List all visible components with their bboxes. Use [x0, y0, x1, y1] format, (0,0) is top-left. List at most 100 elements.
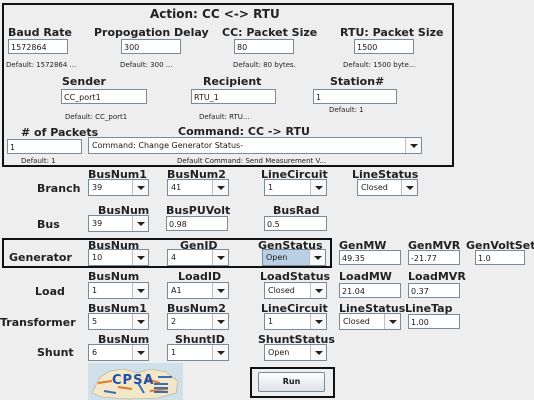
cc-packet-default: Default: 80 bytes.	[233, 61, 296, 69]
shunt-busnum-dropdown[interactable]: 6	[88, 344, 149, 361]
branch-row-label: Branch	[37, 182, 81, 195]
gen-genstatus-value: Open	[266, 253, 288, 262]
xfmr-busnum2-value: 2	[171, 317, 177, 326]
chevron-down-icon	[132, 180, 148, 195]
chevron-down-icon	[384, 314, 400, 329]
packets-label: # of Packets	[21, 126, 99, 139]
branch-busnum2-dropdown[interactable]: 41	[167, 179, 229, 196]
load-loadstatus-dropdown[interactable]: Closed	[264, 282, 327, 299]
xfmr-busnum1-value: 5	[92, 317, 98, 326]
gen-genid-dropdown[interactable]: 4	[167, 249, 229, 266]
chevron-down-icon	[132, 345, 148, 360]
command-dropdown[interactable]: Command: Change Generator Status-	[88, 137, 422, 154]
cpsa-logo: CPSA	[88, 363, 183, 400]
logo-text: CPSA	[112, 373, 155, 388]
load-busnum-dropdown[interactable]: 1	[88, 282, 149, 299]
chevron-down-icon	[310, 283, 326, 298]
rtu-packet-label: RTU: Packet Size	[340, 26, 444, 39]
station-default: Default: 1	[329, 106, 364, 114]
baud-rate-default: Default: 1572864 ...	[6, 61, 77, 69]
prop-delay-label: Propogation Delay	[94, 26, 209, 39]
packets-default: Default: 1	[21, 157, 56, 165]
load-loadmvr-label: LoadMVR	[408, 270, 466, 283]
sender-label: Sender	[62, 75, 106, 88]
xfmr-linestatus-dropdown[interactable]: Closed	[339, 313, 401, 330]
load-loadmvr-field[interactable]: 0.37	[408, 283, 460, 298]
rtu-packet-default: Default: 1500 byte...	[343, 61, 416, 69]
action-title: Action: CC <-> RTU	[150, 7, 280, 21]
station-field[interactable]: 1	[313, 89, 397, 104]
gen-busnum-dropdown[interactable]: 10	[88, 249, 149, 266]
prop-delay-field[interactable]: 300	[121, 39, 181, 54]
gen-genvoltset-field[interactable]: 1.0	[475, 250, 525, 265]
command-default: Default Command: Send Measurement V...	[177, 157, 327, 165]
recipient-default: Default: RTU...	[199, 113, 250, 121]
bus-busnum-dropdown[interactable]: 39	[88, 215, 149, 232]
load-loadmw-field[interactable]: 21.04	[339, 283, 401, 298]
branch-busnum1-value: 39	[92, 183, 103, 192]
xfmr-linetap-field[interactable]: 1.00	[408, 314, 460, 329]
bus-buspuvolt-field[interactable]: 0.98	[166, 216, 228, 231]
load-loadid-dropdown[interactable]: A1	[167, 282, 229, 299]
load-loadmw-label: LoadMW	[339, 270, 392, 283]
bus-busnum-value: 39	[92, 219, 103, 228]
branch-linecircuit-dropdown[interactable]: 1	[264, 179, 327, 196]
chevron-down-icon	[132, 314, 148, 329]
transformer-row-label: Transformer	[0, 316, 76, 329]
load-busnum-value: 1	[92, 286, 98, 295]
sender-default: Default: CC_port1	[65, 113, 128, 121]
shunt-shuntstatus-value: Open	[268, 348, 290, 357]
chevron-down-icon	[132, 250, 148, 265]
gen-genid-value: 4	[171, 253, 177, 262]
load-row-label: Load	[35, 285, 65, 298]
branch-linestatus-dropdown[interactable]: Closed	[357, 179, 418, 196]
shunt-shuntstatus-dropdown[interactable]: Open	[264, 344, 327, 361]
chevron-down-icon	[401, 180, 417, 195]
generator-row-label: Generator	[9, 251, 72, 264]
chevron-down-icon	[212, 314, 228, 329]
cc-packet-field[interactable]: 80	[234, 39, 294, 54]
xfmr-linecircuit-dropdown[interactable]: 1	[264, 313, 327, 330]
branch-linestatus-value: Closed	[361, 183, 388, 192]
prop-delay-default: Default: 300 ...	[120, 61, 173, 69]
chevron-down-icon	[405, 138, 421, 153]
cc-packet-label: CC: Packet Size	[222, 26, 318, 39]
baud-rate-label: Baud Rate	[8, 26, 72, 39]
bus-busrad-field[interactable]: 0.5	[264, 216, 327, 231]
chevron-down-icon	[132, 216, 148, 231]
rtu-packet-field[interactable]: 1500	[354, 39, 414, 54]
gen-genstatus-dropdown[interactable]: Open	[262, 249, 326, 266]
branch-busnum2-value: 41	[171, 183, 182, 192]
chevron-down-icon	[310, 345, 326, 360]
gen-busnum-value: 10	[92, 253, 103, 262]
chevron-down-icon	[310, 314, 326, 329]
xfmr-busnum1-dropdown[interactable]: 5	[88, 313, 149, 330]
chevron-down-icon	[132, 283, 148, 298]
shunt-shuntid-dropdown[interactable]: 1	[167, 344, 229, 361]
gen-genmvr-field[interactable]: -21.77	[408, 250, 460, 265]
branch-busnum1-dropdown[interactable]: 39	[88, 179, 149, 196]
xfmr-busnum2-dropdown[interactable]: 2	[167, 313, 229, 330]
shunt-shuntid-value: 1	[171, 348, 177, 357]
station-label: Station#	[330, 75, 385, 88]
xfmr-linecircuit-value: 1	[268, 317, 274, 326]
shunt-row-label: Shunt	[37, 346, 74, 359]
recipient-label: Recipient	[203, 75, 262, 88]
chevron-down-icon	[212, 250, 228, 265]
command-value: Command: Change Generator Status-	[92, 141, 244, 150]
packets-field[interactable]: 1	[7, 139, 82, 154]
chevron-down-icon	[310, 180, 326, 195]
load-loadid-value: A1	[171, 286, 182, 295]
run-button[interactable]: Run	[258, 372, 325, 392]
sender-field[interactable]: CC_port1	[61, 89, 147, 104]
baud-rate-field[interactable]: 1572864	[8, 39, 68, 54]
xfmr-linestatus-value: Closed	[343, 317, 370, 326]
recipient-field[interactable]: RTU_1	[191, 89, 276, 104]
shunt-busnum-value: 6	[92, 348, 98, 357]
branch-linecircuit-value: 1	[268, 183, 274, 192]
chevron-down-icon	[212, 345, 228, 360]
chevron-down-icon	[212, 283, 228, 298]
load-loadstatus-value: Closed	[268, 286, 295, 295]
gen-genmw-field[interactable]: 49.35	[339, 250, 401, 265]
chevron-down-icon	[309, 250, 325, 265]
